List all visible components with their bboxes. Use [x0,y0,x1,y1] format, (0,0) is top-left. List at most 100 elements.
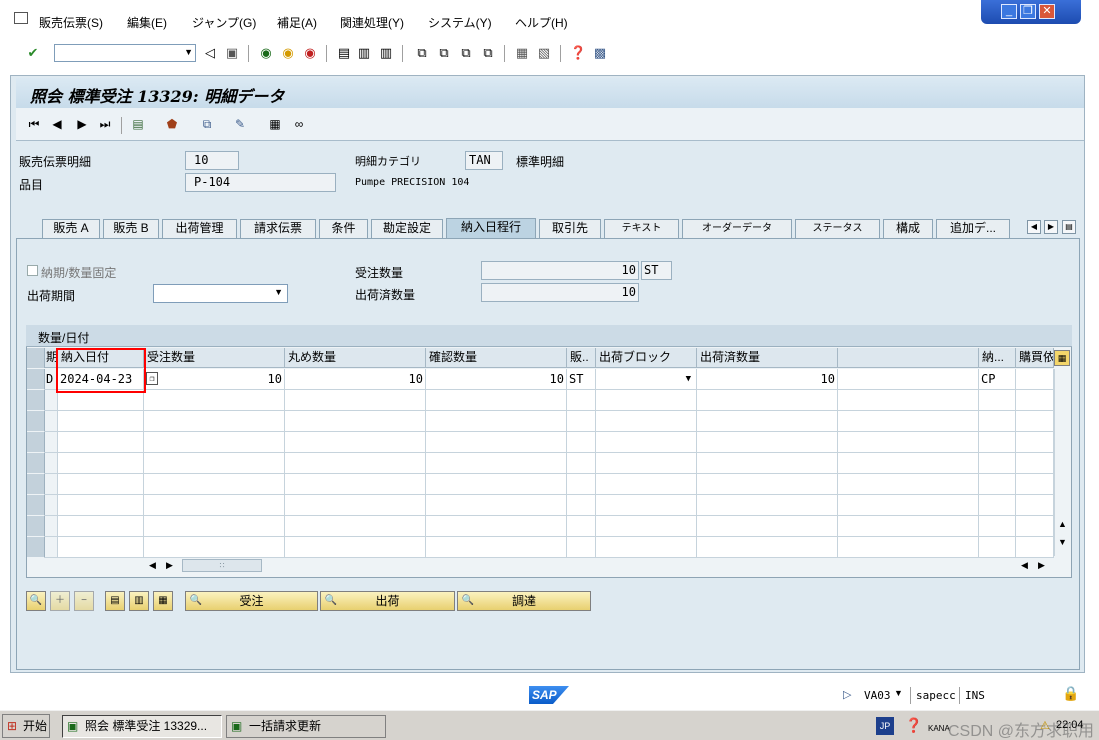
restore-icon[interactable]: ❐ [1020,4,1036,19]
empty-cell[interactable] [1016,495,1054,516]
task-billing-update[interactable]: ▣ 一括請求更新 [226,715,386,738]
shipping-button[interactable]: 🔍 出荷 [320,591,455,611]
row-selector[interactable] [27,411,45,432]
empty-cell[interactable] [1016,390,1054,411]
delivered-qty-field[interactable]: 10 [481,283,639,302]
empty-cell[interactable] [596,516,697,537]
empty-cell[interactable] [426,537,567,558]
row-selector[interactable] [27,369,45,390]
empty-cell[interactable] [567,432,596,453]
empty-cell[interactable] [45,453,58,474]
empty-cell[interactable] [426,411,567,432]
empty-cell[interactable] [838,453,979,474]
tab-order-data[interactable]: オーダーデータ [682,219,792,238]
language-indicator[interactable]: JP [876,717,894,735]
column-header-confirmed-qty[interactable]: 確認数量 [426,348,567,368]
column-header-schedule-line-category[interactable]: 納... [979,348,1016,368]
empty-cell[interactable] [58,474,144,495]
last-item-icon[interactable]: ⏭ [97,117,113,132]
deselect-all-icon[interactable]: ▦ [153,591,173,611]
empty-cell[interactable] [45,516,58,537]
empty-cell[interactable] [567,537,596,558]
empty-cell[interactable] [697,474,838,495]
empty-cell[interactable] [58,411,144,432]
tab-billing[interactable]: 請求伝票 [240,219,316,238]
empty-cell[interactable] [567,516,596,537]
empty-cell[interactable] [838,495,979,516]
empty-cell[interactable] [285,453,426,474]
empty-cell[interactable] [58,453,144,474]
empty-cell[interactable] [1016,432,1054,453]
exit-icon[interactable]: ◉ [280,45,296,61]
column-header-sales-unit[interactable]: 販.. [567,348,596,368]
empty-cell[interactable] [144,453,285,474]
menu-goto[interactable]: ジャンプ(G) [192,14,256,31]
empty-cell[interactable] [838,390,979,411]
item-category-field[interactable]: TAN [465,151,503,170]
empty-cell[interactable] [697,516,838,537]
empty-cell[interactable] [838,432,979,453]
row-selector[interactable] [27,516,45,537]
empty-cell[interactable] [596,432,697,453]
tab-shipping[interactable]: 出荷管理 [162,219,237,238]
find-icon[interactable]: ▥ [356,45,372,61]
order-qty-field[interactable]: 10 [481,261,639,280]
empty-cell[interactable] [1016,516,1054,537]
empty-cell[interactable] [45,474,58,495]
empty-cell[interactable] [426,516,567,537]
scroll-right-icon[interactable]: ▶ [1038,560,1045,571]
empty-cell[interactable] [285,474,426,495]
cell-rounded-qty[interactable]: 10 [285,369,426,390]
tab-scroll-right-icon[interactable]: ▶ [1044,220,1058,234]
copy-icon[interactable]: ❐ [146,372,158,385]
empty-cell[interactable] [1016,474,1054,495]
empty-cell[interactable] [426,453,567,474]
select-all-icon[interactable]: ▤ [105,591,125,611]
column-header-order-qty[interactable]: 受注数量 [144,348,285,368]
delivery-period-dropdown[interactable]: ▼ [153,284,288,303]
copy-icon[interactable]: ⧉ [199,117,215,132]
start-button[interactable]: ⊞ 开始 [2,714,50,738]
horizontal-scrollbar[interactable]: ◀ ▶ ∷ [145,558,1053,574]
cell-confirmed-qty[interactable]: 10 [426,369,567,390]
previous-item-icon[interactable]: ◀ [49,117,65,132]
calculator-icon[interactable]: ▦ [267,117,283,132]
empty-cell[interactable] [838,474,979,495]
empty-cell[interactable] [144,432,285,453]
minimize-icon[interactable]: _ [1001,4,1017,19]
empty-cell[interactable] [45,432,58,453]
row-selector[interactable] [27,474,45,495]
empty-cell[interactable] [567,411,596,432]
empty-cell[interactable] [596,474,697,495]
empty-cell[interactable] [144,474,285,495]
menu-environment[interactable]: 関連処理(Y) [340,14,404,31]
empty-cell[interactable] [426,432,567,453]
row-selector[interactable] [27,390,45,411]
lock-icon[interactable]: 🔒 [1062,685,1079,702]
vertical-scrollbar[interactable]: ▲ ▼ [1054,369,1070,556]
empty-cell[interactable] [58,537,144,558]
empty-cell[interactable] [144,495,285,516]
tab-scroll-left-icon[interactable]: ◀ [1027,220,1041,234]
empty-cell[interactable] [285,390,426,411]
cancel-icon[interactable]: ◉ [302,45,318,61]
edit-icon[interactable]: ✎ [232,117,248,132]
empty-cell[interactable] [596,453,697,474]
new-session-icon[interactable]: ▦ [514,45,530,61]
empty-cell[interactable] [285,495,426,516]
empty-cell[interactable] [596,411,697,432]
column-header-rounded-qty[interactable]: 丸め数量 [285,348,426,368]
empty-cell[interactable] [1016,411,1054,432]
order-qty-unit-field[interactable]: ST [641,261,672,280]
header-icon[interactable]: ⬟ [164,117,180,132]
empty-cell[interactable] [144,390,285,411]
shortcut-icon[interactable]: ▧ [536,45,552,61]
tab-list-icon[interactable]: ▤ [1062,220,1076,234]
warning-icon[interactable]: ⚠ [1040,719,1050,732]
empty-cell[interactable] [58,390,144,411]
empty-cell[interactable] [285,516,426,537]
add-row-icon[interactable]: ＋ [50,591,70,611]
empty-cell[interactable] [144,516,285,537]
triangle-left-icon[interactable]: ◁ [202,45,218,61]
tab-sales-b[interactable]: 販売 B [103,219,159,238]
